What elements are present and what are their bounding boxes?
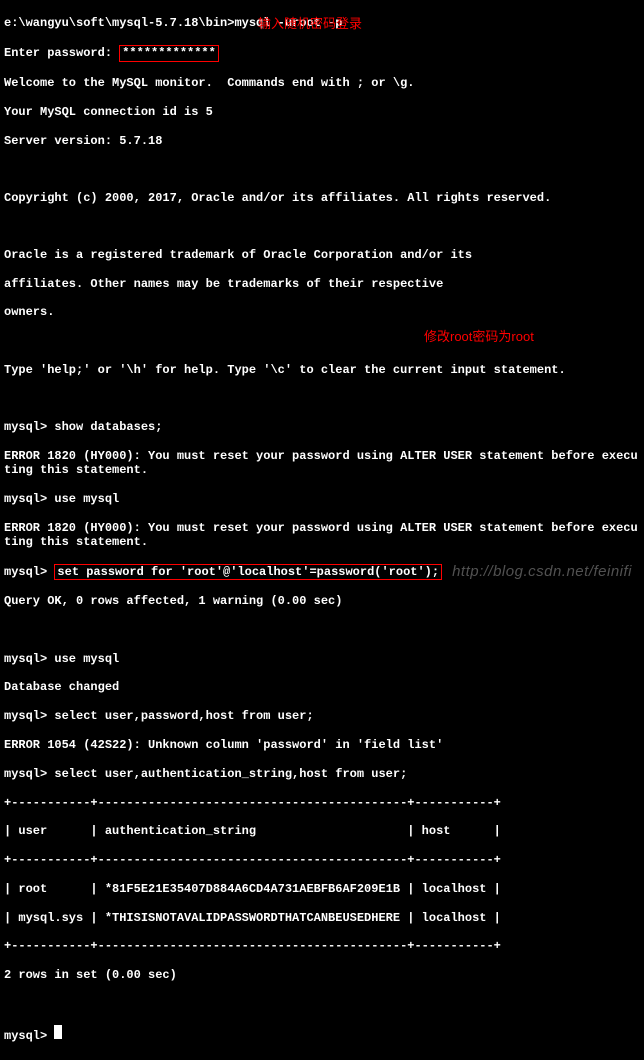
annotation-changepw: 修改root密码为root	[424, 329, 534, 345]
error-line: ERROR 1820 (HY000): You must reset your …	[4, 449, 640, 478]
password-box: *************	[119, 45, 219, 61]
text-line	[4, 162, 640, 176]
error-line: ERROR 1054 (42S22): Unknown column 'pass…	[4, 738, 640, 752]
annotation-login: 输入随机密码登录	[258, 16, 362, 32]
sql-line: mysql> select user,password,host from us…	[4, 709, 640, 723]
watermark: http://blog.csdn.net/feinifi	[452, 563, 632, 581]
text-line: 2 rows in set (0.00 sec)	[4, 968, 640, 982]
text-line	[4, 334, 640, 348]
sql-line: mysql> use mysql	[4, 652, 640, 666]
table-border: +-----------+---------------------------…	[4, 939, 640, 953]
error-line: ERROR 1820 (HY000): You must reset your …	[4, 521, 640, 550]
text-line: Type 'help;' or '\h' for help. Type '\c'…	[4, 363, 640, 377]
sql-line: mysql> select user,authentication_string…	[4, 767, 640, 781]
setpw-box: set password for 'root'@'localhost'=pass…	[54, 564, 442, 580]
text-line: Database changed	[4, 680, 640, 694]
table-row: | root | *81F5E21E35407D884A6CD4A731AEBF…	[4, 882, 640, 896]
table-border: +-----------+---------------------------…	[4, 853, 640, 867]
text-line	[4, 391, 640, 405]
text-line: Server version: 5.7.18	[4, 134, 640, 148]
sql-line: mysql> show databases;	[4, 420, 640, 434]
text-line	[4, 623, 640, 637]
cursor-icon	[54, 1025, 62, 1039]
text-line: Your MySQL connection id is 5	[4, 105, 640, 119]
sql-line: mysql> use mysql	[4, 492, 640, 506]
text-line	[4, 997, 640, 1011]
prompt: mysql>	[4, 565, 54, 579]
prompt-line: mysql>	[4, 1025, 640, 1043]
text-line: Copyright (c) 2000, 2017, Oracle and/or …	[4, 191, 640, 205]
text-line	[4, 219, 640, 233]
table-header: | user | authentication_string | host |	[4, 824, 640, 838]
table-border: +-----------+---------------------------…	[4, 796, 640, 810]
text-line: Oracle is a registered trademark of Orac…	[4, 248, 640, 262]
prompt: mysql>	[4, 1029, 54, 1043]
table-row: | mysql.sys | *THISISNOTAVALIDPASSWORDTH…	[4, 911, 640, 925]
text-line: Welcome to the MySQL monitor. Commands e…	[4, 76, 640, 90]
text-line: Query OK, 0 rows affected, 1 warning (0.…	[4, 594, 640, 608]
text-line: owners.	[4, 305, 640, 319]
password-prompt: Enter password:	[4, 46, 119, 60]
terminal-output[interactable]: e:\wangyu\soft\mysql-5.7.18\bin>mysql -u…	[0, 0, 644, 1060]
password-line: Enter password: *************	[4, 45, 640, 61]
text-line: affiliates. Other names may be trademark…	[4, 277, 640, 291]
